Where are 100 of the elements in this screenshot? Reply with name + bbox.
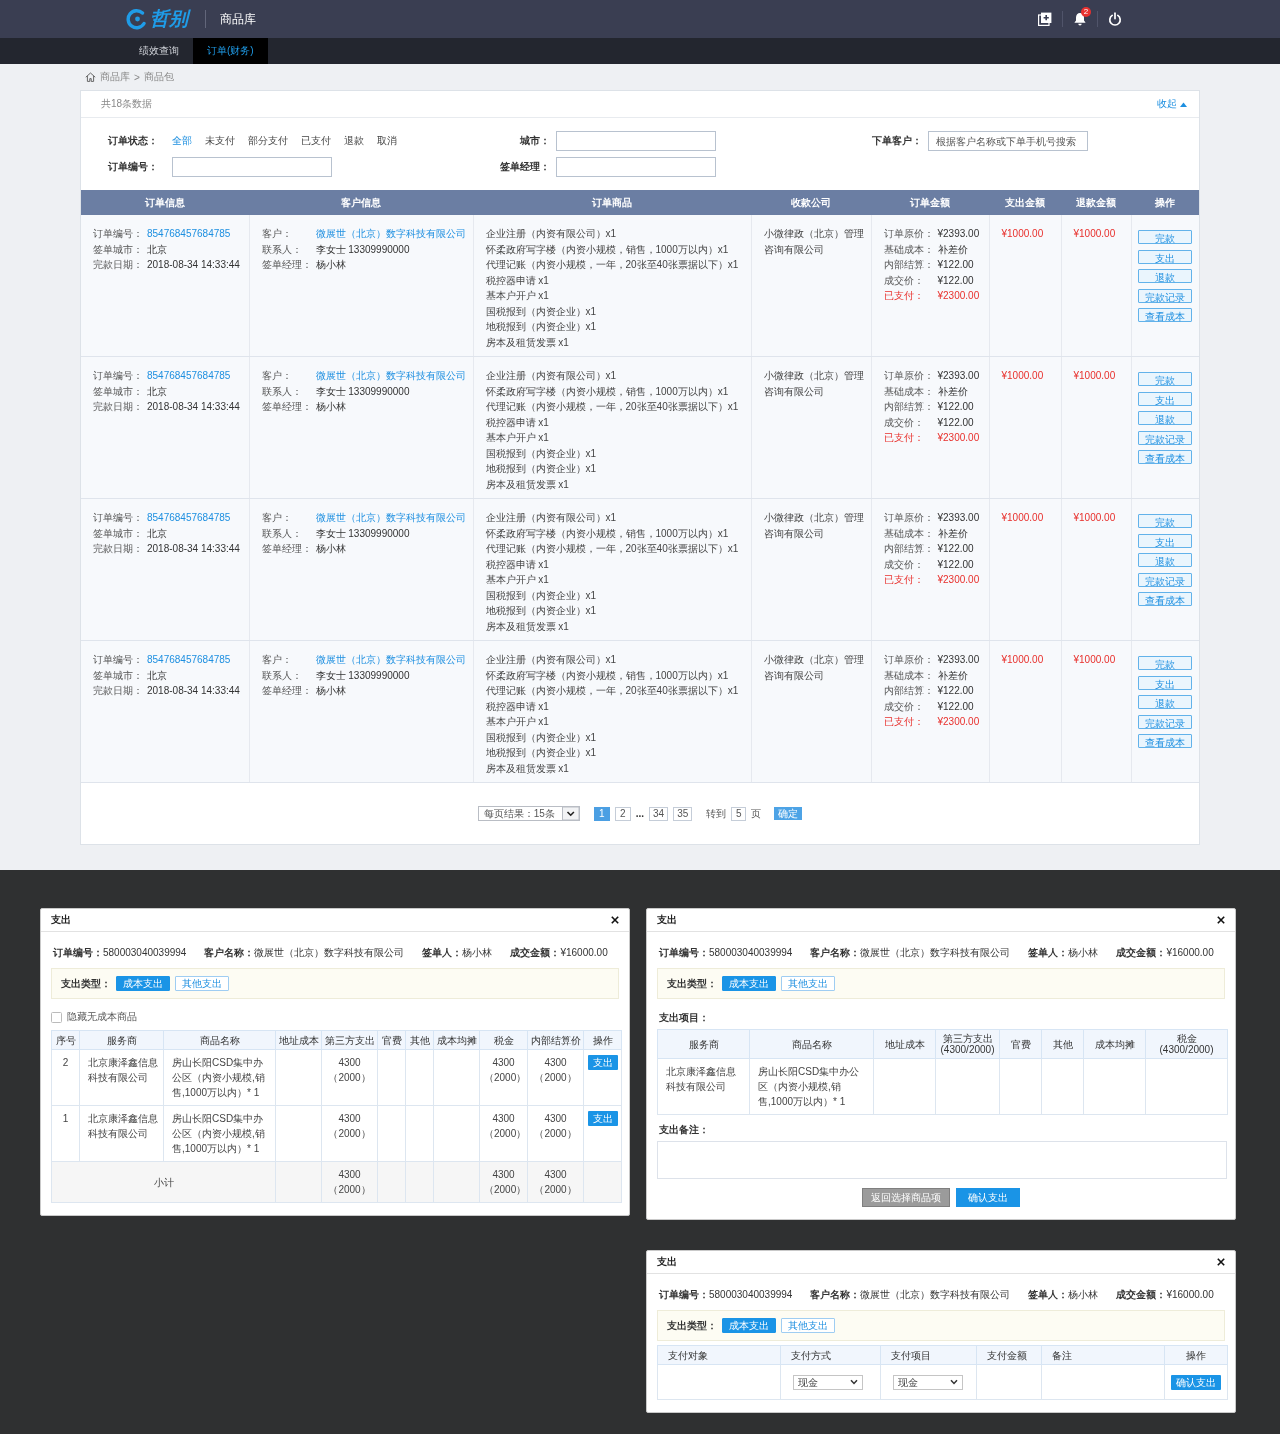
expense-type-button[interactable]: 成本支出: [722, 976, 776, 991]
action-button[interactable]: 查看成本: [1138, 308, 1193, 322]
field-label: 支出类型：: [667, 1318, 717, 1333]
breadcrumb-link[interactable]: 商品包: [143, 70, 174, 84]
remark-field[interactable]: [657, 1141, 1227, 1179]
column-header: 客户信息: [249, 190, 473, 215]
pay-button[interactable]: 支出: [587, 1111, 618, 1126]
add-icon[interactable]: [1038, 12, 1052, 26]
nav-tab[interactable]: 绩效查询: [125, 38, 193, 64]
action-button[interactable]: 完款记录: [1138, 430, 1193, 445]
product-item: 企业注册（内资有限公司）x1: [485, 227, 618, 241]
field-label: 签单经理：: [500, 160, 550, 174]
column-header: 成本均摊: [433, 1030, 480, 1050]
checkbox-label: 隐藏无成本商品: [67, 1011, 137, 1023]
nav-tab[interactable]: 订单(财务): [193, 38, 268, 64]
customer-link[interactable]: 微展世（北京）数字科技有限公司: [315, 510, 466, 526]
product-item: 基本户开户 x1: [485, 289, 550, 303]
checkbox[interactable]: [51, 1011, 62, 1023]
payout-amount: ¥1000.00: [1001, 370, 1044, 381]
field-label: 成交价：: [883, 557, 924, 572]
action-button[interactable]: 退款: [1138, 695, 1193, 709]
status-option[interactable]: 未支付: [205, 134, 235, 148]
payment-item-select[interactable]: 现金: [893, 1374, 963, 1390]
action-button[interactable]: 查看成本: [1138, 734, 1193, 748]
page-ellipsis: ...: [635, 808, 645, 819]
action-button[interactable]: 退款: [1138, 269, 1193, 283]
close-icon[interactable]: [1217, 1258, 1225, 1266]
order-number-link[interactable]: 854768457684785: [147, 226, 231, 242]
field-label: 联系人：: [261, 384, 302, 399]
status-option[interactable]: 部分支付: [248, 134, 288, 148]
action-button[interactable]: 支出: [1138, 249, 1193, 264]
home-icon[interactable]: [85, 72, 96, 82]
action-button[interactable]: 完款: [1138, 514, 1193, 528]
table-cell: 北京康泽鑫信息科技有限公司: [657, 1058, 750, 1115]
action-button[interactable]: 查看成本: [1138, 592, 1193, 606]
action-button[interactable]: 完款: [1138, 656, 1193, 670]
order-number-link[interactable]: 854768457684785: [147, 510, 231, 526]
column-header: 支付项目: [880, 1345, 977, 1365]
payment-method-select[interactable]: 现金: [793, 1374, 863, 1390]
back-button[interactable]: 返回选择商品项: [862, 1188, 950, 1207]
action-button[interactable]: 完款: [1138, 230, 1193, 244]
order-number-link[interactable]: 854768457684785: [147, 652, 231, 668]
expense-type-button[interactable]: 其他支出: [781, 1318, 835, 1333]
status-option[interactable]: 全部: [172, 134, 192, 148]
expense-type-button[interactable]: 其他支出: [175, 976, 229, 991]
power-icon[interactable]: [1108, 12, 1122, 26]
page-button[interactable]: 35: [673, 806, 693, 821]
action-button[interactable]: 退款: [1138, 553, 1193, 567]
confirm-button[interactable]: 确认支出: [956, 1188, 1020, 1207]
product-item: 国税报到（内资企业）x1: [485, 588, 598, 603]
table-cell: 房山长阳CSD集中办公区（内资小规模,销售,1000万以内）* 1: [749, 1058, 874, 1115]
expense-type-button[interactable]: 成本支出: [116, 976, 170, 991]
customer-link[interactable]: 微展世（北京）数字科技有限公司: [315, 368, 466, 384]
bell-icon[interactable]: [1073, 12, 1087, 26]
column-header: 税金 (4300/2000): [1145, 1029, 1228, 1059]
column-header: 订单金额: [871, 190, 989, 215]
action-button[interactable]: 完款记录: [1138, 288, 1193, 303]
input-field[interactable]: [556, 131, 716, 151]
customer-link[interactable]: 微展世（北京）数字科技有限公司: [315, 226, 466, 242]
action-button[interactable]: 退款: [1138, 411, 1193, 425]
page-size-select[interactable]: 每页结果：15条: [477, 806, 580, 821]
confirm-button[interactable]: 确定: [774, 807, 803, 820]
input-field[interactable]: [172, 157, 332, 177]
input-field[interactable]: 根据客户名称或下单手机号搜索: [928, 131, 1088, 151]
column-header: 支付方式: [780, 1345, 881, 1365]
column-header: 操作: [1131, 190, 1199, 215]
breadcrumb-link[interactable]: 商品库: [100, 70, 130, 84]
pay-button[interactable]: 确认支出: [1171, 1374, 1221, 1390]
chevron-down-icon: [950, 1379, 958, 1385]
customer-link[interactable]: 微展世（北京）数字科技有限公司: [315, 652, 466, 668]
action-button[interactable]: 支出: [1138, 533, 1193, 548]
status-option[interactable]: 退款: [344, 134, 364, 148]
page-button[interactable]: 1: [593, 806, 610, 821]
field-label: 订单原价：: [883, 653, 934, 667]
chevron-down-icon: [561, 807, 579, 820]
status-option[interactable]: 已支付: [301, 134, 331, 148]
status-option[interactable]: 取消: [377, 134, 397, 148]
input-field[interactable]: [556, 157, 716, 177]
close-icon[interactable]: [611, 916, 619, 924]
action-button[interactable]: 支出: [1138, 675, 1193, 690]
field-label: 基础成本：: [883, 526, 934, 541]
page-input[interactable]: 5: [731, 806, 747, 821]
pay-button[interactable]: 支出: [587, 1055, 618, 1070]
field-label: 内部结算：: [883, 258, 934, 272]
close-icon[interactable]: [1217, 916, 1225, 924]
column-header: 其他: [405, 1030, 434, 1050]
collapse-link[interactable]: 收起: [1157, 97, 1187, 111]
order-number-link[interactable]: 854768457684785: [147, 368, 231, 384]
action-button[interactable]: 完款记录: [1138, 572, 1193, 587]
action-button[interactable]: 支出: [1138, 391, 1193, 406]
field-value: 2018-08-34 14:33:44: [147, 258, 240, 272]
expense-type-button[interactable]: 其他支出: [781, 976, 835, 991]
field-label: 基础成本：: [883, 668, 934, 683]
page-button[interactable]: 2: [614, 806, 631, 821]
action-button[interactable]: 完款记录: [1138, 714, 1193, 729]
expense-type-button[interactable]: 成本支出: [722, 1318, 776, 1333]
action-button[interactable]: 查看成本: [1138, 450, 1193, 464]
action-button[interactable]: 完款: [1138, 372, 1193, 386]
page-button[interactable]: 34: [649, 806, 669, 821]
product-item: 地税报到（内资企业）x1: [485, 320, 598, 334]
